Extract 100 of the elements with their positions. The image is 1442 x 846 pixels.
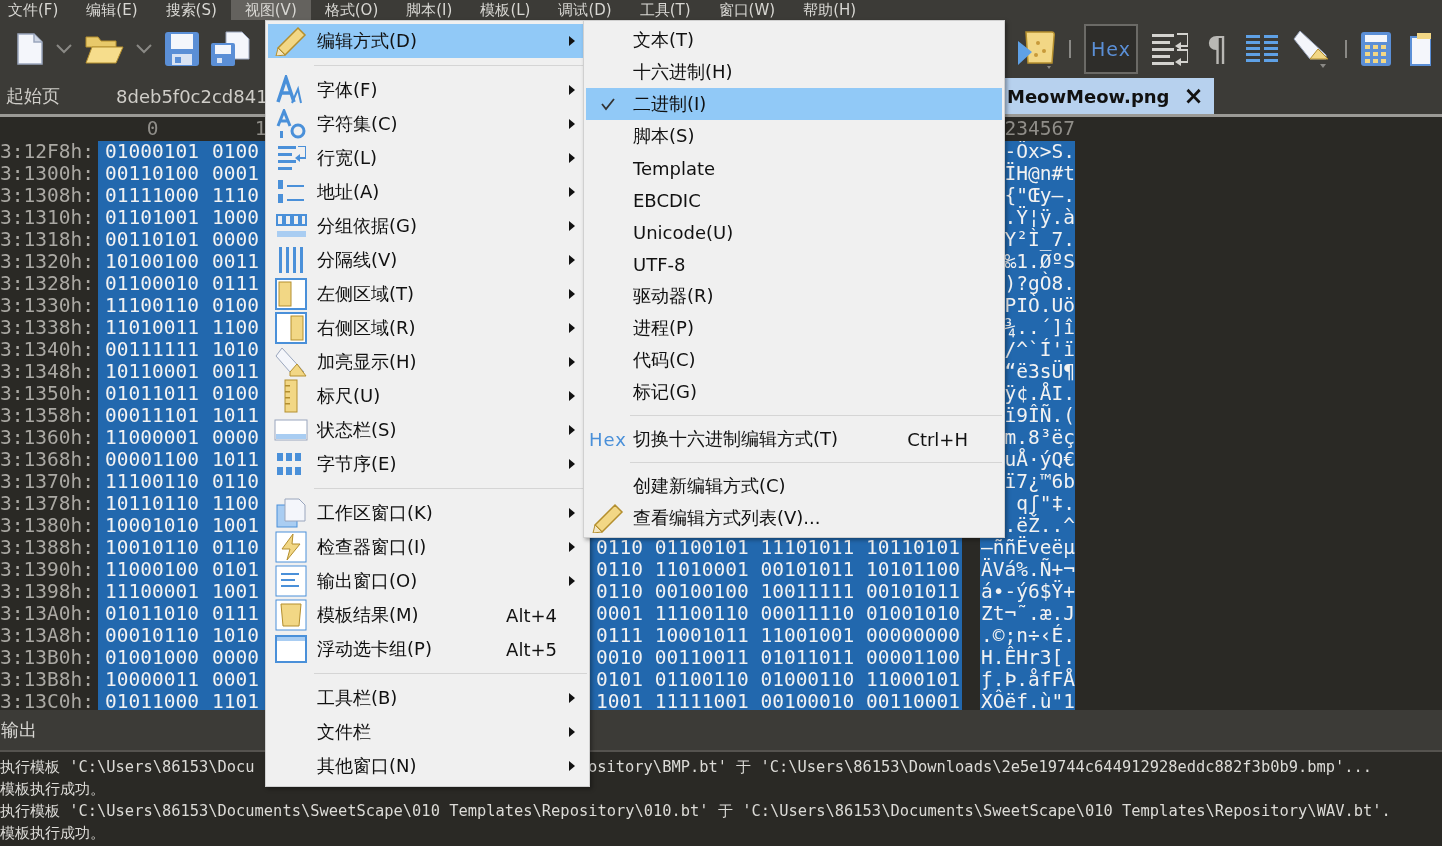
menu-item[interactable]: 字符集(C) xyxy=(268,107,587,141)
binary-byte: 01011010 xyxy=(105,602,199,625)
binary-byte: 0100 xyxy=(211,294,259,317)
menu-item[interactable]: 模板结果(M) Alt+4 xyxy=(268,598,587,632)
menu-item[interactable]: 地址(A) xyxy=(268,175,587,209)
menu-item[interactable]: 分隔线(V) xyxy=(268,243,587,277)
text-bytes: ÏH@n#t xyxy=(1004,162,1075,185)
binary-byte: 0101 xyxy=(211,558,259,581)
text-bytes: á•-ý6$Ÿ+ xyxy=(981,580,1075,603)
log-line: 模板执行成功。 xyxy=(0,780,105,798)
log-line: 执行模板 'C:\Users\86153\Docu xyxy=(0,758,255,776)
ruler-label: 0 xyxy=(146,117,159,140)
text-bytes: {"Œy–. xyxy=(1004,184,1075,207)
menu-item[interactable]: 字体(F) xyxy=(268,73,587,107)
menu-item[interactable]: EBCDIC xyxy=(586,184,1002,216)
binary-bytes: 0101 01100110 01000110 11000101 xyxy=(596,668,960,691)
menu-bar-item[interactable]: 模板(L) xyxy=(466,0,545,20)
binary-byte: 10100100 xyxy=(105,250,199,273)
menu-item[interactable]: 进程(P) xyxy=(586,312,1002,344)
binary-byte: 0100 xyxy=(211,382,259,405)
address-label: 3:1350h: xyxy=(0,383,94,405)
menu-item[interactable]: 创建新编辑方式(C) xyxy=(586,470,1002,502)
menu-item[interactable]: Hex 切换十六进制编辑方式(T) Ctrl+H xyxy=(586,423,1002,455)
menu-item[interactable]: 标尺(U) xyxy=(268,379,587,413)
log-line: 模板执行成功。 xyxy=(0,824,105,842)
text-bytes: ï9ÎÑ.( xyxy=(1004,404,1075,427)
binary-byte: 0000 xyxy=(211,228,259,251)
menu-item[interactable]: 字节序(E) xyxy=(268,447,587,481)
text-bytes: ÿ¢.ÅI. xyxy=(1004,382,1075,405)
menu-bar-item[interactable]: 视图(V) xyxy=(230,0,311,20)
menu-item[interactable]: 检查器窗口(I) xyxy=(268,530,587,564)
hex-label-icon: Hex xyxy=(589,428,627,450)
text-bytes: ¾..´]î xyxy=(1004,316,1075,339)
menu-item[interactable]: 加亮显示(H) xyxy=(268,345,587,379)
binary-bytes: 0110 01100101 11101011 10110101 xyxy=(596,536,960,559)
file-tab[interactable]: 起始页 xyxy=(0,78,68,114)
menu-bar-item[interactable]: 搜索(S) xyxy=(151,0,231,20)
menu-bar-item[interactable]: 帮助(H) xyxy=(789,0,871,20)
text-bytes: XÔëf.ù"1 xyxy=(981,690,1075,710)
menu-item[interactable]: 代码(C) xyxy=(586,344,1002,376)
text-bytes: .Ÿ¦ÿ.à xyxy=(1004,206,1075,229)
menu-bar-item[interactable]: 调试(D) xyxy=(544,0,626,20)
binary-byte: 0000 xyxy=(211,646,259,669)
text-bytes: ï7¿™6b xyxy=(1004,470,1075,493)
menu-item[interactable]: 左侧区域(T) xyxy=(268,277,587,311)
binary-byte: 10110001 xyxy=(105,360,199,383)
binary-byte: 11000001 xyxy=(105,426,199,449)
menu-item[interactable]: 状态栏(S) xyxy=(268,413,587,447)
binary-bytes: 0111 10001011 11001001 00000000 xyxy=(596,624,960,647)
menu-item[interactable]: 标记(G) xyxy=(586,376,1002,408)
binary-byte: 11100110 xyxy=(105,470,199,493)
menu-item[interactable]: 工具栏(B) xyxy=(268,681,587,715)
address-label: 3:13C0h: xyxy=(0,691,94,710)
show-marks-button[interactable]: ¶ xyxy=(1202,27,1232,71)
binary-byte: 1001 xyxy=(211,580,259,603)
address-label: 3:1360h: xyxy=(0,427,94,449)
close-button[interactable]: × xyxy=(1183,84,1204,108)
menu-bar-item[interactable]: 文件(F) xyxy=(0,0,73,20)
address-label: 3:1320h: xyxy=(0,251,94,273)
menu-item[interactable]: 驱动器(R) xyxy=(586,280,1002,312)
binary-byte: 0001 xyxy=(211,162,259,185)
menu-bar-item[interactable]: 工具(T) xyxy=(625,0,705,20)
address-label: 3:12F8h: xyxy=(0,141,94,163)
binary-byte: 1010 xyxy=(211,338,259,361)
menu-item[interactable]: UTF-8 xyxy=(586,248,1002,280)
menu-item[interactable]: 脚本(S) xyxy=(586,120,1002,152)
menu-item[interactable]: 文件栏 xyxy=(268,715,587,749)
menu-item[interactable]: 输出窗口(O) xyxy=(268,564,587,598)
address-label: 3:1388h: xyxy=(0,537,94,559)
text-bytes: Zt¬˜.æ.J xyxy=(981,602,1075,625)
binary-byte: 00110100 xyxy=(105,162,199,185)
menu-item[interactable]: Unicode(U) xyxy=(586,216,1002,248)
address-label: 3:13B8h: xyxy=(0,669,94,691)
menu-item[interactable]: 浮动选卡组(P) Alt+5 xyxy=(268,632,587,666)
binary-bytes: 0110 11010001 00101011 10101100 xyxy=(596,558,960,581)
menu-bar-item[interactable]: 编辑(E) xyxy=(72,0,152,20)
menu-item[interactable]: 右侧区域(R) xyxy=(268,311,587,345)
menu-item[interactable]: 分组依据(G) xyxy=(268,209,587,243)
menu-item[interactable]: 其他窗口(N) xyxy=(268,749,587,783)
menu-item[interactable]: 十六进制(H) xyxy=(586,56,1002,88)
menu-bar-item[interactable]: 脚本(I) xyxy=(392,0,467,20)
binary-byte: 1010 xyxy=(211,624,259,647)
binary-byte: 1100 xyxy=(211,316,259,339)
menu-item[interactable]: 文本(T) xyxy=(586,24,1002,56)
file-tab[interactable]: MeowMeow.png × xyxy=(1005,78,1214,114)
binary-byte: 1100 xyxy=(211,492,259,515)
menu-item[interactable]: 行宽(L) xyxy=(268,141,587,175)
address-label: 3:1378h: xyxy=(0,493,94,515)
menu-item[interactable]: Template xyxy=(586,152,1002,184)
binary-byte: 01011011 xyxy=(105,382,199,405)
menu-item[interactable]: 二进制(I) xyxy=(586,88,1002,120)
address-label: 3:1390h: xyxy=(0,559,94,581)
binary-byte: 11100001 xyxy=(105,580,199,603)
binary-byte: 11000100 xyxy=(105,558,199,581)
menu-item[interactable]: 查看编辑方式列表(V)... xyxy=(586,502,1002,534)
menu-bar-item[interactable]: 窗口(W) xyxy=(704,0,790,20)
hex-view-button[interactable]: Hex xyxy=(1084,24,1138,74)
text-bytes: uÅ·ýQ€ xyxy=(1004,448,1075,471)
menu-bar-item[interactable]: 格式(O) xyxy=(310,0,393,20)
menu-item[interactable]: 工作区窗口(K) xyxy=(268,496,587,530)
